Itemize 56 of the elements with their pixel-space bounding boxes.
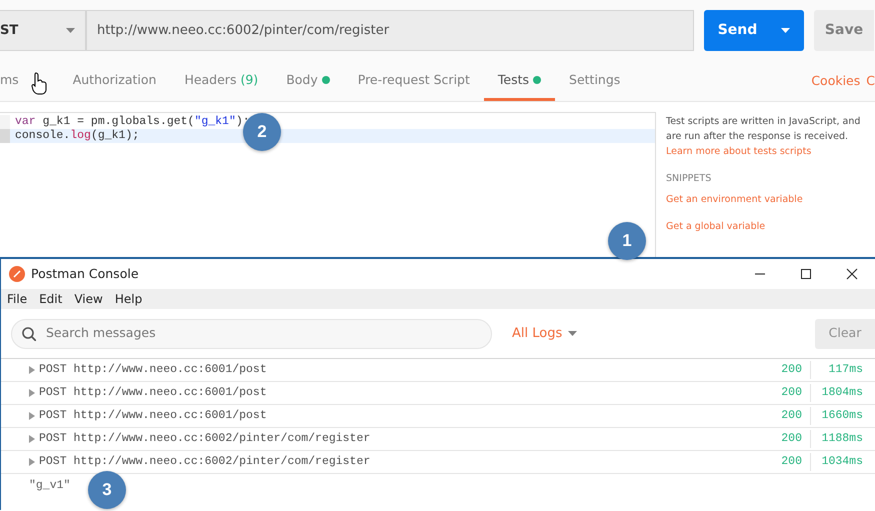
send-button[interactable]: Send (704, 10, 804, 51)
expand-icon[interactable] (29, 366, 35, 374)
link[interactable]: Cookies (811, 72, 860, 91)
status-code: 200 (781, 384, 811, 402)
clear-button[interactable]: Clear (815, 318, 875, 348)
tab[interactable]: Pre-request Script (344, 62, 484, 101)
log-message: "g_v1" (29, 478, 70, 494)
response-time: 117ms (827, 362, 863, 378)
response-time: 1188ms (820, 431, 863, 448)
response-time: 1804ms (820, 385, 863, 402)
url-field[interactable]: http://www.neeo.cc:6002/pinter/com/register (86, 10, 694, 51)
filter-dropdown[interactable]: All Logs (512, 324, 578, 344)
tab[interactable]: ms (0, 62, 59, 101)
link[interactable]: C (866, 72, 875, 91)
expand-icon[interactable] (29, 412, 35, 420)
hand-cursor-icon (31, 72, 47, 95)
close-icon[interactable] (846, 268, 858, 280)
log-entry[interactable]: POST http://www.neeo.cc:6001/post (39, 384, 267, 402)
search-input[interactable]: Search messages (44, 323, 444, 344)
tab[interactable]: Headers (9) (170, 62, 272, 101)
tab[interactable]: Tests (484, 62, 556, 101)
expand-icon[interactable] (29, 458, 35, 466)
menu-item[interactable]: View (74, 290, 103, 308)
save-button[interactable]: Save (814, 10, 874, 51)
response-time: 1660ms (820, 408, 863, 424)
expand-icon[interactable] (29, 435, 35, 443)
caret-icon (568, 331, 578, 336)
caret-icon (66, 28, 75, 33)
snippet-link[interactable]: Get an environment variable (666, 192, 865, 207)
expand-icon[interactable] (29, 389, 35, 397)
log-entry[interactable]: POST http://www.neeo.cc:6001/post (39, 361, 267, 379)
link[interactable]: Learn more about tests scripts (666, 144, 865, 159)
section-heading: SNIPPETS (666, 172, 712, 186)
tab[interactable]: Settings (555, 62, 634, 101)
tab[interactable]: Authorization (58, 62, 170, 101)
status-code: 200 (781, 407, 811, 425)
log-entry[interactable]: POST http://www.neeo.cc:6002/pinter/com/register (39, 453, 370, 471)
tab[interactable]: Body (272, 62, 344, 101)
window-title: Postman Console (31, 264, 139, 283)
log-entry[interactable]: POST http://www.neeo.cc:6002/pinter/com/register (39, 430, 370, 448)
status-code: 200 (781, 430, 811, 448)
menu-item[interactable]: File (7, 290, 28, 308)
method-dropdown[interactable]: ST (0, 10, 86, 51)
caret-icon (781, 28, 790, 33)
snippet-link[interactable]: Get a global variable (666, 219, 865, 234)
help-text: Test scripts are written in JavaScript, and are run after the response is received. (666, 115, 862, 144)
log-entry[interactable]: POST http://www.neeo.cc:6001/post (39, 407, 267, 425)
status-code: 200 (781, 361, 811, 379)
menu-item[interactable]: Edit (39, 290, 62, 308)
app-logo-icon (9, 266, 25, 282)
search-field[interactable]: Search messages (11, 318, 492, 348)
maximize-icon[interactable] (800, 268, 812, 280)
menu-item[interactable]: Help (114, 290, 142, 308)
status-code: 200 (781, 453, 811, 471)
response-time: 1034ms (820, 454, 863, 470)
search-icon (22, 326, 36, 340)
